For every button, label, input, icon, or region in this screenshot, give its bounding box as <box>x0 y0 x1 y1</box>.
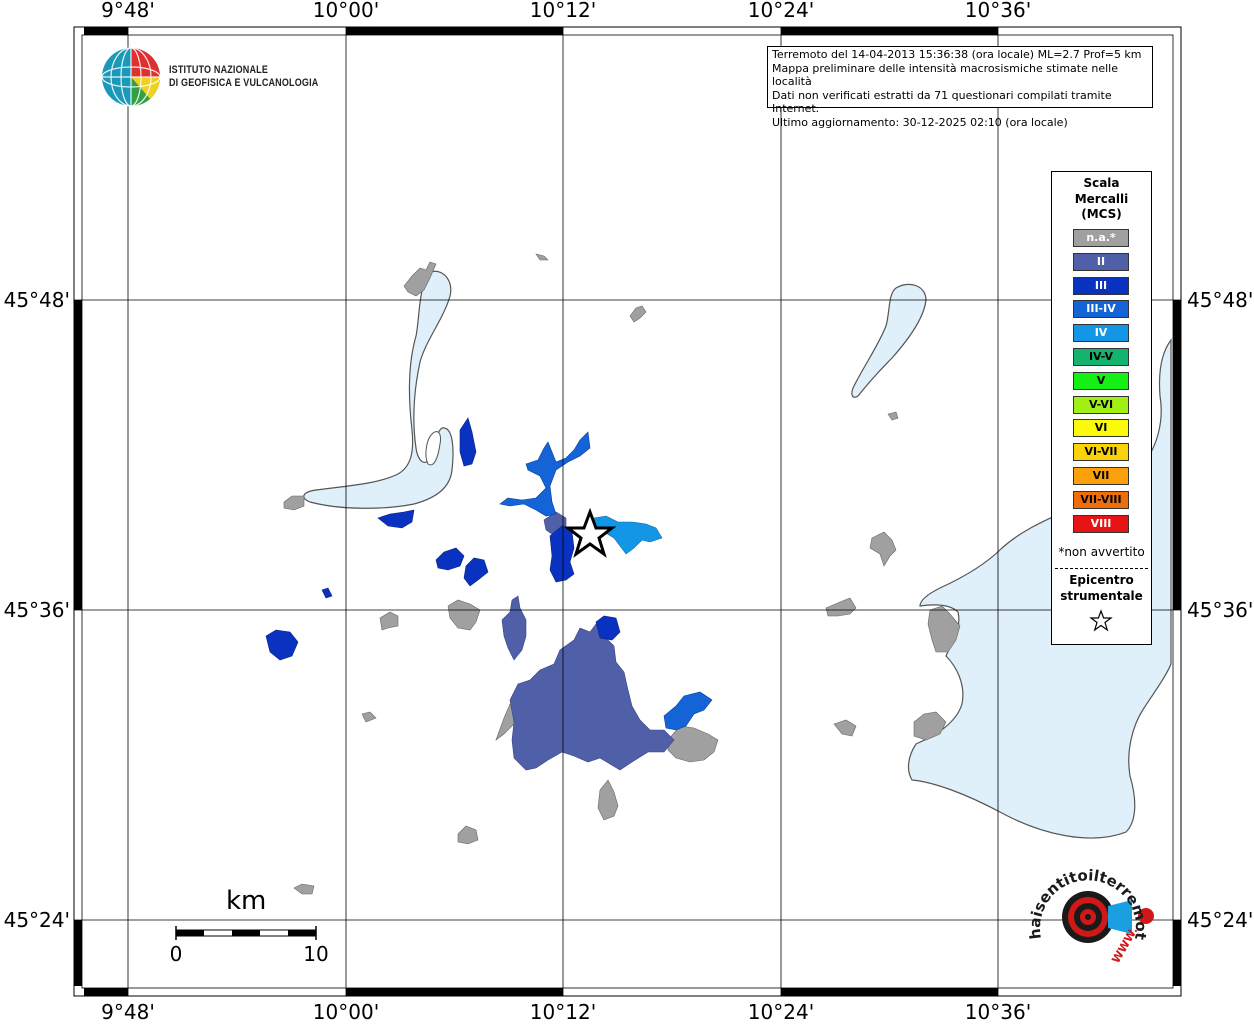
lon-label-top: 9°48' <box>101 0 155 22</box>
ingv-logo-line1: ISTITUTO NAZIONALE <box>169 64 269 76</box>
legend-epicenter-label: Epicentro strumentale <box>1052 572 1151 604</box>
legend-title-line: Mercalli <box>1074 191 1129 206</box>
scalebar-unit: km <box>226 886 267 916</box>
legend-items: n.a.* II III III-IV IV IV-V V V-VI VI VI-VII VII VI… <box>1073 229 1129 538</box>
legend-item: VI <box>1073 419 1129 438</box>
legend-item: IV-V <box>1073 347 1129 366</box>
lon-label-bottom: 10°24' <box>747 1000 815 1024</box>
legend-item: VIII <box>1073 514 1129 533</box>
legend-title-line: (MCS) <box>1081 207 1122 221</box>
lon-label-top: 10°24' <box>747 0 815 22</box>
ingv-logo-globe <box>101 47 161 107</box>
ingv-logo-line2: DI GEOFISICA E VULCANOLOGIA <box>169 77 319 89</box>
info-line-description: Mappa preliminare delle intensità macros… <box>772 61 1118 89</box>
ingv-logo-text: ISTITUTO NAZIONALE DI GEOFISICA E VULCAN… <box>169 64 318 90</box>
legend-item: V-VI <box>1073 395 1129 414</box>
legend-title-line: Scala <box>1083 176 1120 190</box>
legend-item: III <box>1073 276 1129 295</box>
scalebar-start: 0 <box>169 942 183 966</box>
lon-label-bottom: 10°36' <box>964 1000 1032 1024</box>
lon-label-top: 10°00' <box>312 0 380 22</box>
legend-item: II <box>1073 252 1129 271</box>
info-line-updated: Ultimo aggiornamento: 30-12-2025 02:10 (… <box>772 115 1068 129</box>
lat-label-right: 45°48' <box>1187 288 1254 312</box>
lon-label-bottom: 10°12' <box>529 1000 597 1024</box>
lat-label-right: 45°24' <box>1187 908 1254 932</box>
scalebar-end: 10 <box>303 942 329 966</box>
legend-item: VI-VII <box>1073 443 1129 462</box>
lat-label-right: 45°36' <box>1187 598 1254 622</box>
lat-label-left: 45°24' <box>3 908 70 932</box>
map-area <box>73 26 1182 997</box>
legend-title: Scala Mercalli (MCS) <box>1052 176 1151 223</box>
info-line-event: Terremoto del 14-04-2013 15:36:38 (ora l… <box>772 48 1142 61</box>
legend-star-icon <box>1089 609 1113 632</box>
legend-item: IV <box>1073 324 1129 343</box>
legend-item: n.a.* <box>1073 229 1129 247</box>
lon-label-top: 10°36' <box>964 0 1032 22</box>
legend-separator <box>1055 568 1148 569</box>
legend-epicenter-line: Epicentro <box>1069 573 1134 587</box>
lon-label-top: 10°12' <box>529 0 597 22</box>
mcs-legend: Scala Mercalli (MCS) n.a.* II III III-IV IV I… <box>1051 171 1152 645</box>
legend-item: V <box>1073 371 1129 390</box>
legend-item: VII <box>1073 466 1129 485</box>
lon-label-bottom: 9°48' <box>101 1000 155 1024</box>
legend-epicenter-line: strumentale <box>1060 589 1143 603</box>
lat-label-left: 45°48' <box>3 288 70 312</box>
info-line-source: Dati non verificati estratti da 71 quest… <box>772 88 1112 116</box>
lat-label-left: 45°36' <box>3 598 70 622</box>
legend-item: VII-VIII <box>1073 490 1129 509</box>
earthquake-info-box: Terremoto del 14-04-2013 15:36:38 (ora l… <box>767 46 1153 129</box>
lon-label-bottom: 10°00' <box>312 1000 380 1024</box>
legend-note: *non avvertito <box>1058 545 1145 559</box>
legend-item: III-IV <box>1073 300 1129 319</box>
